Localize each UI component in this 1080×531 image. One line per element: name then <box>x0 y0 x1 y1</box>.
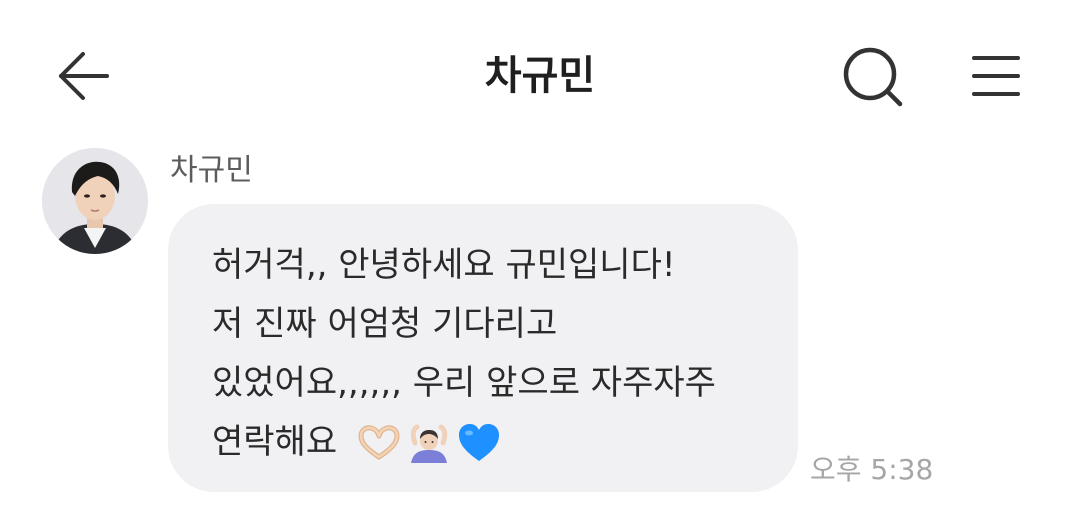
profile-photo <box>42 148 148 254</box>
message-timestamp: 오후 5:38 <box>810 453 934 486</box>
message-bubble[interactable]: 허거걱,, 안녕하세요 규민입니다! 저 진짜 어엄청 기다리고 있었어요,,,… <box>168 204 798 492</box>
message-last-line: 연락해요 <box>212 413 768 472</box>
avatar[interactable] <box>42 148 148 254</box>
message-line: 저 진짜 어엄청 기다리고 <box>212 304 558 344</box>
search-button[interactable] <box>840 44 906 110</box>
menu-button[interactable] <box>966 52 1026 100</box>
blue-heart-emoji <box>459 423 500 461</box>
person-gesturing-ok-emoji <box>410 424 448 463</box>
search-icon <box>843 47 903 107</box>
message-line: 연락해요 <box>212 422 338 462</box>
chat-title: 차규민 <box>484 53 596 99</box>
heart-hands-emoji <box>358 424 400 459</box>
hamburger-menu-icon <box>972 56 1020 96</box>
chat-header: 차규민 <box>0 0 1080 150</box>
message-line: 허거걱,, 안녕하세요 규민입니다! <box>212 245 676 285</box>
message-line: 있었어요,,,,,, 우리 앞으로 자주자주 <box>212 363 716 403</box>
sender-name: 차규민 <box>170 153 253 188</box>
